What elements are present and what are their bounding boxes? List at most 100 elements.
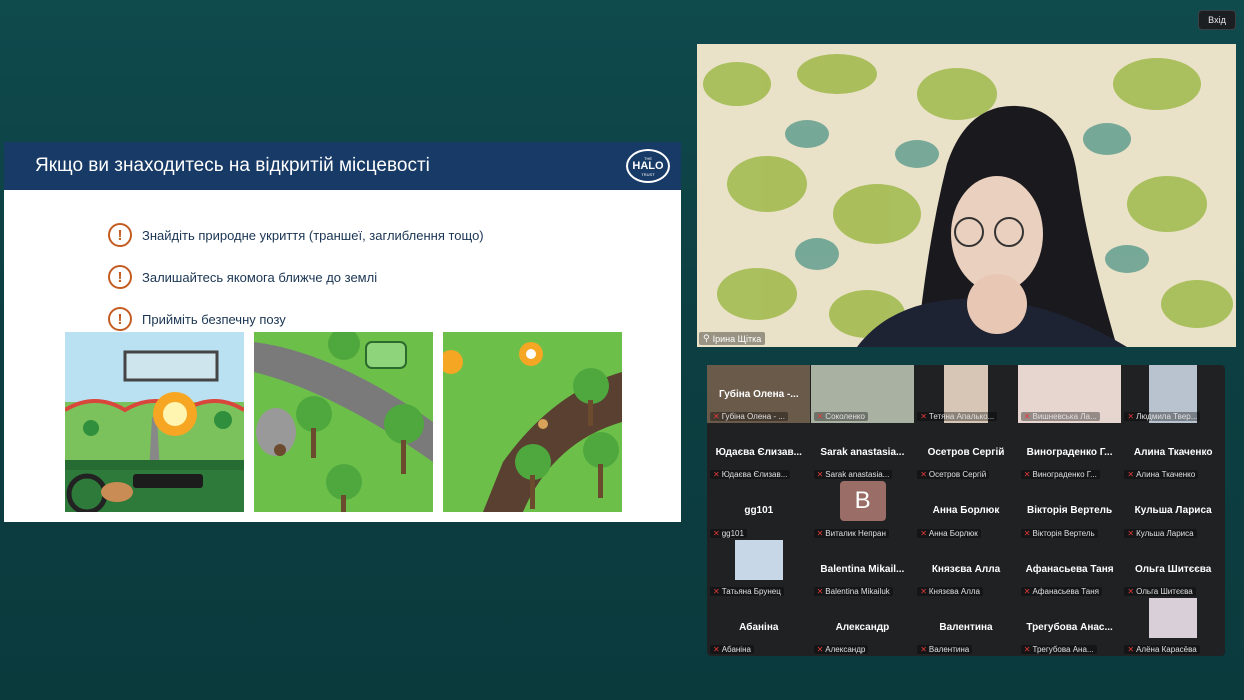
speaker-video[interactable]: ⚲ Ірина Щітка <box>697 44 1236 347</box>
participant-tile[interactable]: ✕ Людмила Твер... <box>1121 365 1225 423</box>
participant-name-tag: ✕ Алёна Карасёва <box>1124 644 1200 654</box>
participant-label: Sarak anastasia... <box>825 470 890 480</box>
participant-label: Осетров Сергій <box>928 470 987 480</box>
mic-off-icon: ✕ <box>1127 644 1135 654</box>
participant-name-tag: ✕ Губіна Олена - ... <box>710 412 788 422</box>
participant-label: Винограденко Г... <box>1032 470 1097 480</box>
illustration-trench-cover <box>443 332 622 512</box>
participant-label: Balentina Mikailuk <box>825 586 890 596</box>
participant-tile[interactable]: Юдаєва Єлизав... ✕ Юдаєва Єлизав... <box>707 423 811 481</box>
participant-label: Тетяна Апалько... <box>928 412 995 422</box>
speaker-name-tag: ⚲ Ірина Щітка <box>699 332 766 345</box>
participant-label: Алина Ткаченко <box>1136 470 1196 480</box>
participant-name-tag: ✕ Афанасьева Таня <box>1020 586 1102 596</box>
participant-label: Кульша Лариса <box>1136 528 1194 538</box>
sign-in-button[interactable]: Вхід <box>1198 10 1236 30</box>
participant-label: Князєва Алла <box>928 586 981 596</box>
participant-tile[interactable]: Sarak anastasia... ✕ Sarak anastasia... <box>811 423 915 481</box>
participant-tile[interactable]: B ✕ Виталик Непран <box>811 481 915 539</box>
participant-label: Вишневська Ла... <box>1032 412 1097 422</box>
participant-display-name: Афанасьева Таня <box>1025 563 1114 575</box>
bullet-item: ! Знайдіть природне укриття (траншеї, за… <box>108 214 484 256</box>
participant-label: gg101 <box>721 528 744 538</box>
participant-tile[interactable]: Губіна Олена -... ✕ Губіна Олена - ... <box>707 365 811 423</box>
mic-off-icon: ✕ <box>1023 644 1031 654</box>
participant-name-tag: ✕ Balentina Mikailuk <box>813 586 893 596</box>
participant-tile[interactable]: Александр ✕ Александр <box>811 598 915 656</box>
mic-off-icon: ✕ <box>920 412 927 422</box>
participant-name-tag: ✕ Князєва Алла <box>917 586 984 596</box>
participant-display-name: Винограденко Г... <box>1026 447 1113 459</box>
mic-off-icon: ✕ <box>1023 528 1031 538</box>
slide-header: Якщо ви знаходитесь на відкритій місцево… <box>4 142 681 190</box>
participant-name-tag: ✕ Ольга Шитєєва <box>1124 586 1196 596</box>
participant-name-tag: ✕ Людмила Твер... <box>1124 412 1201 422</box>
participant-label: Татьяна Брунец <box>721 586 781 596</box>
participant-label: Александр <box>825 644 866 654</box>
participant-label: Трегубова Ана... <box>1032 644 1094 654</box>
participant-label: Юдаєва Єлизав... <box>721 470 788 480</box>
participant-tile[interactable]: ✕ Татьяна Брунец <box>707 539 811 598</box>
mic-off-icon: ✕ <box>920 528 927 538</box>
participant-name-tag: ✕ Абаніна <box>710 644 754 654</box>
participant-label: Губіна Олена - ... <box>721 412 785 422</box>
participant-tile[interactable]: Винограденко Г... ✕ Винограденко Г... <box>1018 423 1122 481</box>
participant-tile[interactable]: ✕ Тетяна Апалько... <box>914 365 1018 423</box>
mic-off-icon: ✕ <box>816 412 824 422</box>
mic-off-icon: ✕ <box>920 586 927 596</box>
participant-tile[interactable]: Алина Ткаченко ✕ Алина Ткаченко <box>1121 423 1225 481</box>
participant-tile[interactable]: Кульша Лариса ✕ Кульша Лариса <box>1121 481 1225 539</box>
participant-tile[interactable]: Balentina Mikail... ✕ Balentina Mikailuk <box>811 540 915 598</box>
mic-off-icon: ✕ <box>1023 586 1031 596</box>
participant-label: Виталик Непран <box>825 528 886 538</box>
illustration-field-shelter <box>254 332 433 512</box>
participant-video-thumbnail <box>1149 597 1198 638</box>
participant-tile[interactable]: Валентина ✕ Валентина <box>914 598 1018 656</box>
participant-tile[interactable]: Абаніна ✕ Абаніна <box>707 598 811 656</box>
participant-name-tag: ✕ Виталик Непран <box>813 528 889 538</box>
mic-off-icon: ✕ <box>816 470 824 480</box>
participant-display-name: Анна Борлюк <box>932 505 1000 517</box>
participant-display-name: Ольга Шитєєва <box>1135 563 1212 575</box>
participants-grid: Губіна Олена -... ✕ Губіна Олена - ... ✕ Сок… <box>707 365 1225 656</box>
participant-name-tag: ✕ Алина Ткаченко <box>1124 470 1199 480</box>
participant-tile[interactable]: Анна Борлюк ✕ Анна Борлюк <box>914 481 1018 539</box>
participant-label: Афанасьева Таня <box>1032 586 1100 596</box>
participant-tile[interactable]: Афанасьева Таня ✕ Афанасьева Таня <box>1018 540 1122 598</box>
participant-tile[interactable]: Осетров Сергій ✕ Осетров Сергій <box>914 423 1018 481</box>
mic-off-icon: ✕ <box>816 586 824 596</box>
participant-name-tag: ✕ Анна Борлюк <box>917 528 981 538</box>
participant-display-name: Валентина <box>939 621 993 633</box>
mic-off-icon: ✕ <box>713 412 720 422</box>
participant-display-name: Князєва Алла <box>931 563 1001 575</box>
participant-tile[interactable]: Трегубова Анас... ✕ Трегубова Ана... <box>1018 598 1122 656</box>
mic-off-icon: ✕ <box>713 470 720 480</box>
participant-name-tag: ✕ Вікторія Вертель <box>1020 528 1098 538</box>
participant-tile[interactable]: Вікторія Вертель ✕ Вікторія Вертель <box>1018 481 1122 539</box>
participant-tile[interactable]: ✕ Соколенко <box>810 365 915 423</box>
participant-tile[interactable]: Князєва Алла ✕ Князєва Алла <box>914 540 1018 598</box>
participant-name-tag: ✕ Осетров Сергій <box>917 470 990 480</box>
mic-off-icon: ✕ <box>816 528 824 538</box>
mic-off-icon: ✕ <box>1127 528 1135 538</box>
mic-off-icon: ✕ <box>1127 412 1135 422</box>
participant-name-tag: ✕ Александр <box>813 644 869 654</box>
participant-tile[interactable]: gg101 ✕ gg101 <box>707 481 811 539</box>
participant-name-tag: ✕ Трегубова Ана... <box>1020 644 1097 654</box>
participant-label: Алёна Карасёва <box>1136 644 1197 654</box>
participant-display-name: Осетров Сергій <box>927 447 1005 459</box>
participant-name-tag: ✕ Винограденко Г... <box>1020 470 1100 480</box>
mic-off-icon: ✕ <box>920 470 927 480</box>
participant-tile[interactable]: ✕ Вишневська Ла... <box>1018 365 1122 423</box>
participant-display-name: Кульша Лариса <box>1134 505 1212 517</box>
participant-label: Анна Борлюк <box>928 528 978 538</box>
participant-display-name: Вікторія Вертель <box>1027 505 1113 517</box>
participant-name-tag: ✕ gg101 <box>710 528 747 538</box>
participant-display-name: Губіна Олена -... <box>718 389 799 400</box>
slide-bullets: ! Знайдіть природне укриття (траншеї, за… <box>108 214 484 340</box>
participant-tile[interactable]: ✕ Алёна Карасёва <box>1121 597 1225 656</box>
participant-tile[interactable]: Ольга Шитєєва ✕ Ольга Шитєєва <box>1121 540 1225 598</box>
mic-off-icon: ✕ <box>713 586 720 596</box>
illustration-car-explosion <box>65 332 244 512</box>
avatar: B <box>839 481 886 522</box>
